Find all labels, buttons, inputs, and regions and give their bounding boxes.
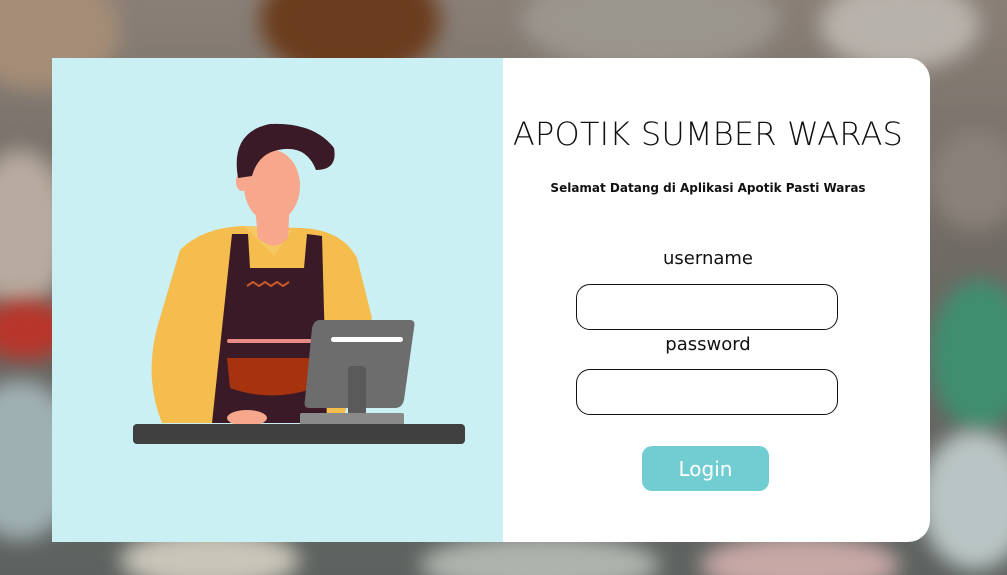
login-button[interactable]: Login bbox=[642, 446, 769, 491]
login-panel: APOTIK SUMBER WARAS Selamat Datang di Ap… bbox=[503, 58, 930, 542]
welcome-subtitle: Selamat Datang di Aplikasi Apotik Pasti … bbox=[550, 181, 866, 195]
illustration-panel bbox=[52, 58, 504, 542]
password-label: password bbox=[665, 334, 751, 355]
pharmacist-illustration bbox=[133, 123, 465, 444]
app-title: APOTIK SUMBER WARAS bbox=[512, 115, 904, 153]
username-label: username bbox=[663, 248, 753, 269]
username-input[interactable] bbox=[576, 284, 838, 330]
password-input[interactable] bbox=[576, 369, 838, 415]
